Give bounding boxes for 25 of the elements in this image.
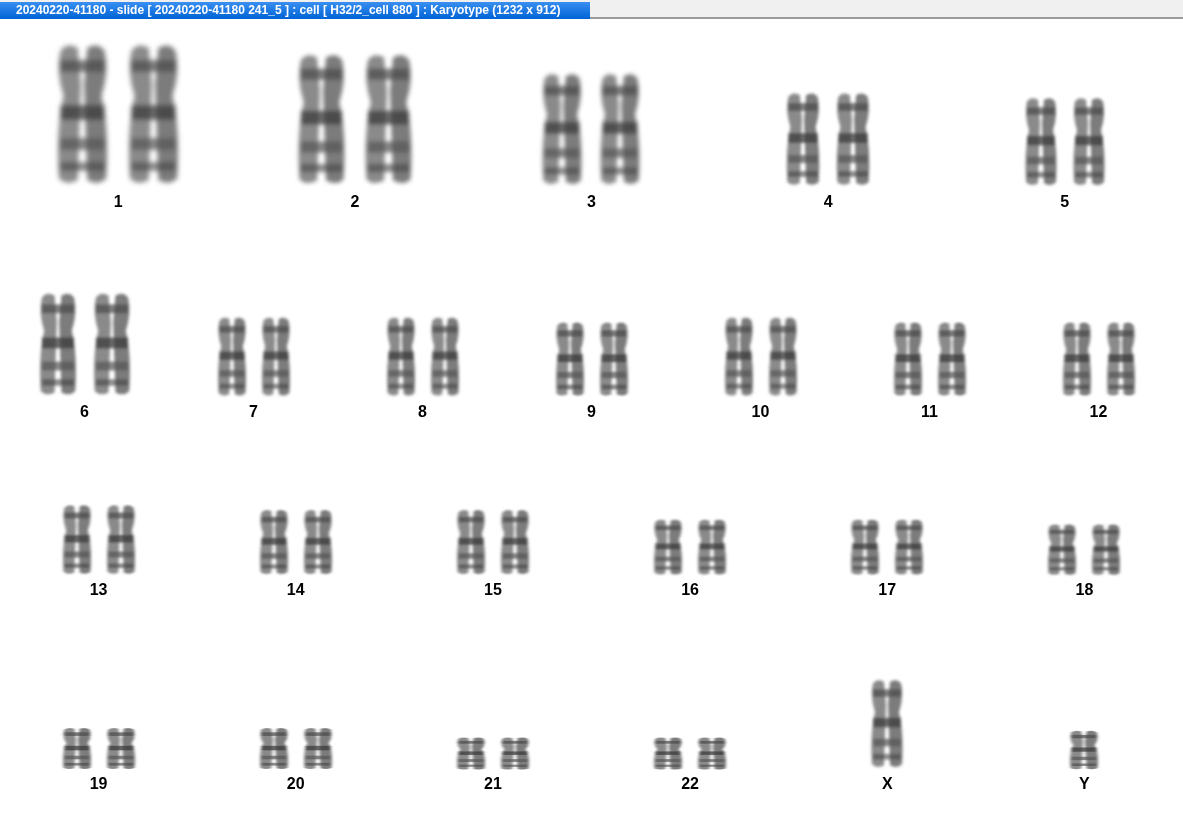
chromosome-label: 9: [587, 403, 596, 421]
chromosome-label: 19: [89, 775, 108, 793]
chromosome-label: 8: [418, 403, 427, 421]
chromosome-label: 3: [587, 193, 596, 211]
chromosome-label: 22: [681, 775, 699, 793]
chromosome-label: X: [881, 775, 893, 793]
chromosome-label: 13: [89, 581, 108, 599]
chromosome-label: Y: [1079, 775, 1090, 793]
chromosome-label: 1: [113, 193, 123, 211]
chromosome-label: 14: [286, 581, 305, 599]
window-title: 20240220-41180 - slide [ 20240220-41180 241_5 ] : cell [ H32/2_cell 880 ] : Karyotype (1232 x 912): [0, 2, 590, 19]
chromosome-label: 5: [1060, 193, 1070, 211]
chromosome-label: 11: [921, 403, 938, 421]
chromosome-label: 21: [484, 775, 502, 793]
chromosome-label: 7: [249, 403, 258, 421]
chromosome-label: 10: [751, 403, 770, 421]
chromosome-label: 18: [1075, 581, 1094, 599]
chromosome-label: 17: [878, 581, 897, 599]
chromosome-label: 4: [823, 193, 833, 211]
chromosome-label: 20: [286, 775, 305, 793]
chromosome-label: 6: [80, 403, 89, 421]
chromosome-label: 2: [350, 193, 360, 211]
chromosome-label: 15: [484, 581, 502, 599]
chromosome-label: 16: [681, 581, 699, 599]
chromosome-label: 12: [1089, 403, 1108, 421]
